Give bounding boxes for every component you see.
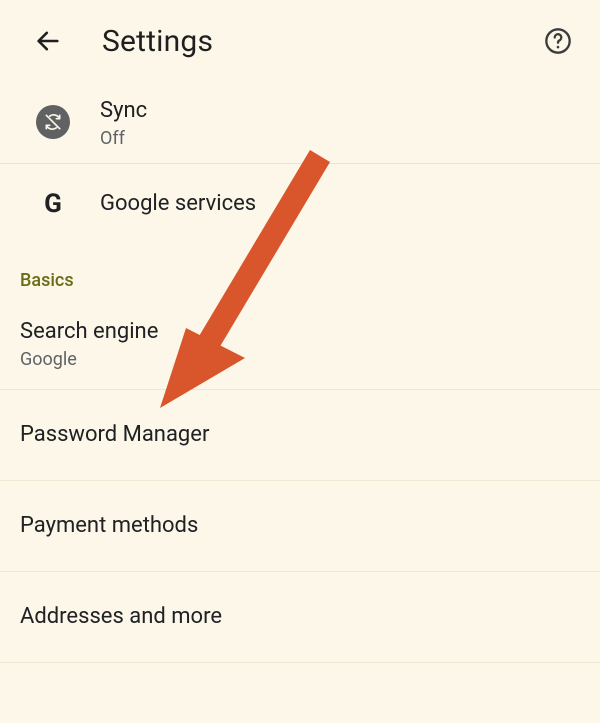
row-password-manager-title: Password Manager: [20, 420, 209, 450]
row-payment-methods-title: Payment methods: [20, 511, 198, 541]
row-payment-methods[interactable]: Payment methods: [0, 481, 600, 571]
back-button[interactable]: [24, 17, 72, 65]
row-payment-methods-text: Payment methods: [20, 511, 198, 541]
row-search-engine-text: Search engine Google: [20, 317, 158, 370]
google-g-icon: G: [44, 189, 62, 219]
sync-off-badge: [36, 105, 70, 139]
app-header: Settings: [0, 0, 600, 82]
sync-off-icon: [43, 112, 63, 132]
row-sync[interactable]: Sync Off: [0, 82, 600, 163]
back-arrow-icon: [34, 27, 62, 55]
row-addresses[interactable]: Addresses and more: [0, 572, 600, 662]
row-password-manager-text: Password Manager: [20, 420, 209, 450]
page-title: Settings: [102, 24, 534, 59]
google-icon-slot: G: [34, 185, 72, 223]
row-sync-title: Sync: [100, 96, 147, 126]
row-google-services-text: Google services: [100, 189, 256, 219]
help-button[interactable]: [534, 17, 582, 65]
row-password-manager[interactable]: Password Manager: [0, 390, 600, 480]
sync-icon-slot: [34, 103, 72, 141]
row-sync-subtitle: Off: [100, 128, 147, 149]
row-sync-text: Sync Off: [100, 96, 147, 149]
row-google-services[interactable]: G Google services: [0, 164, 600, 244]
divider: [0, 662, 600, 663]
section-label-basics: Basics: [0, 244, 600, 299]
row-google-services-title: Google services: [100, 189, 256, 219]
row-addresses-text: Addresses and more: [20, 602, 222, 632]
row-search-engine-title: Search engine: [20, 317, 158, 347]
row-search-engine-subtitle: Google: [20, 349, 158, 370]
row-addresses-title: Addresses and more: [20, 602, 222, 632]
help-icon: [544, 27, 572, 55]
settings-list: Sync Off G Google services Basics Search…: [0, 82, 600, 663]
row-search-engine[interactable]: Search engine Google: [0, 299, 600, 389]
